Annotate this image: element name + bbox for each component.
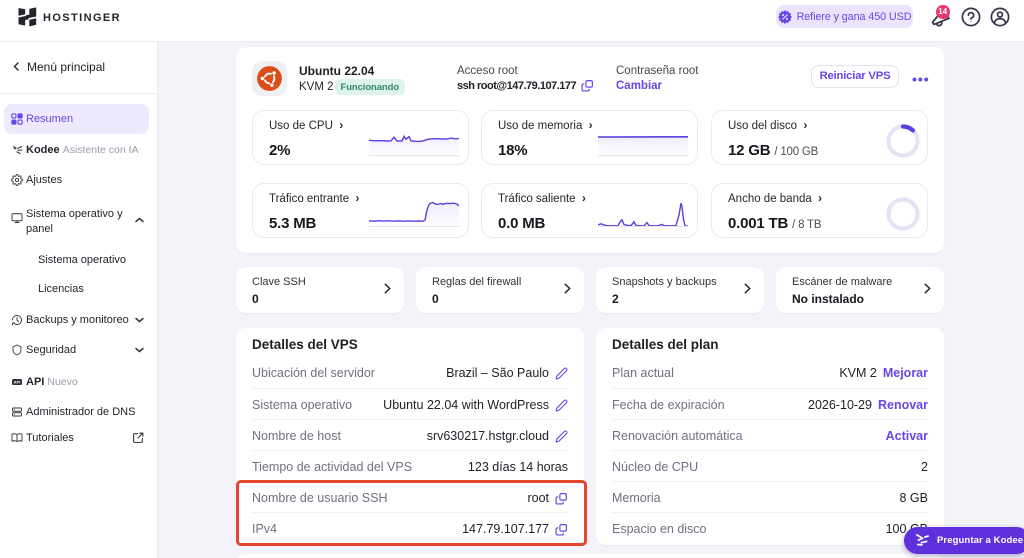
svg-text:API: API (14, 380, 20, 384)
